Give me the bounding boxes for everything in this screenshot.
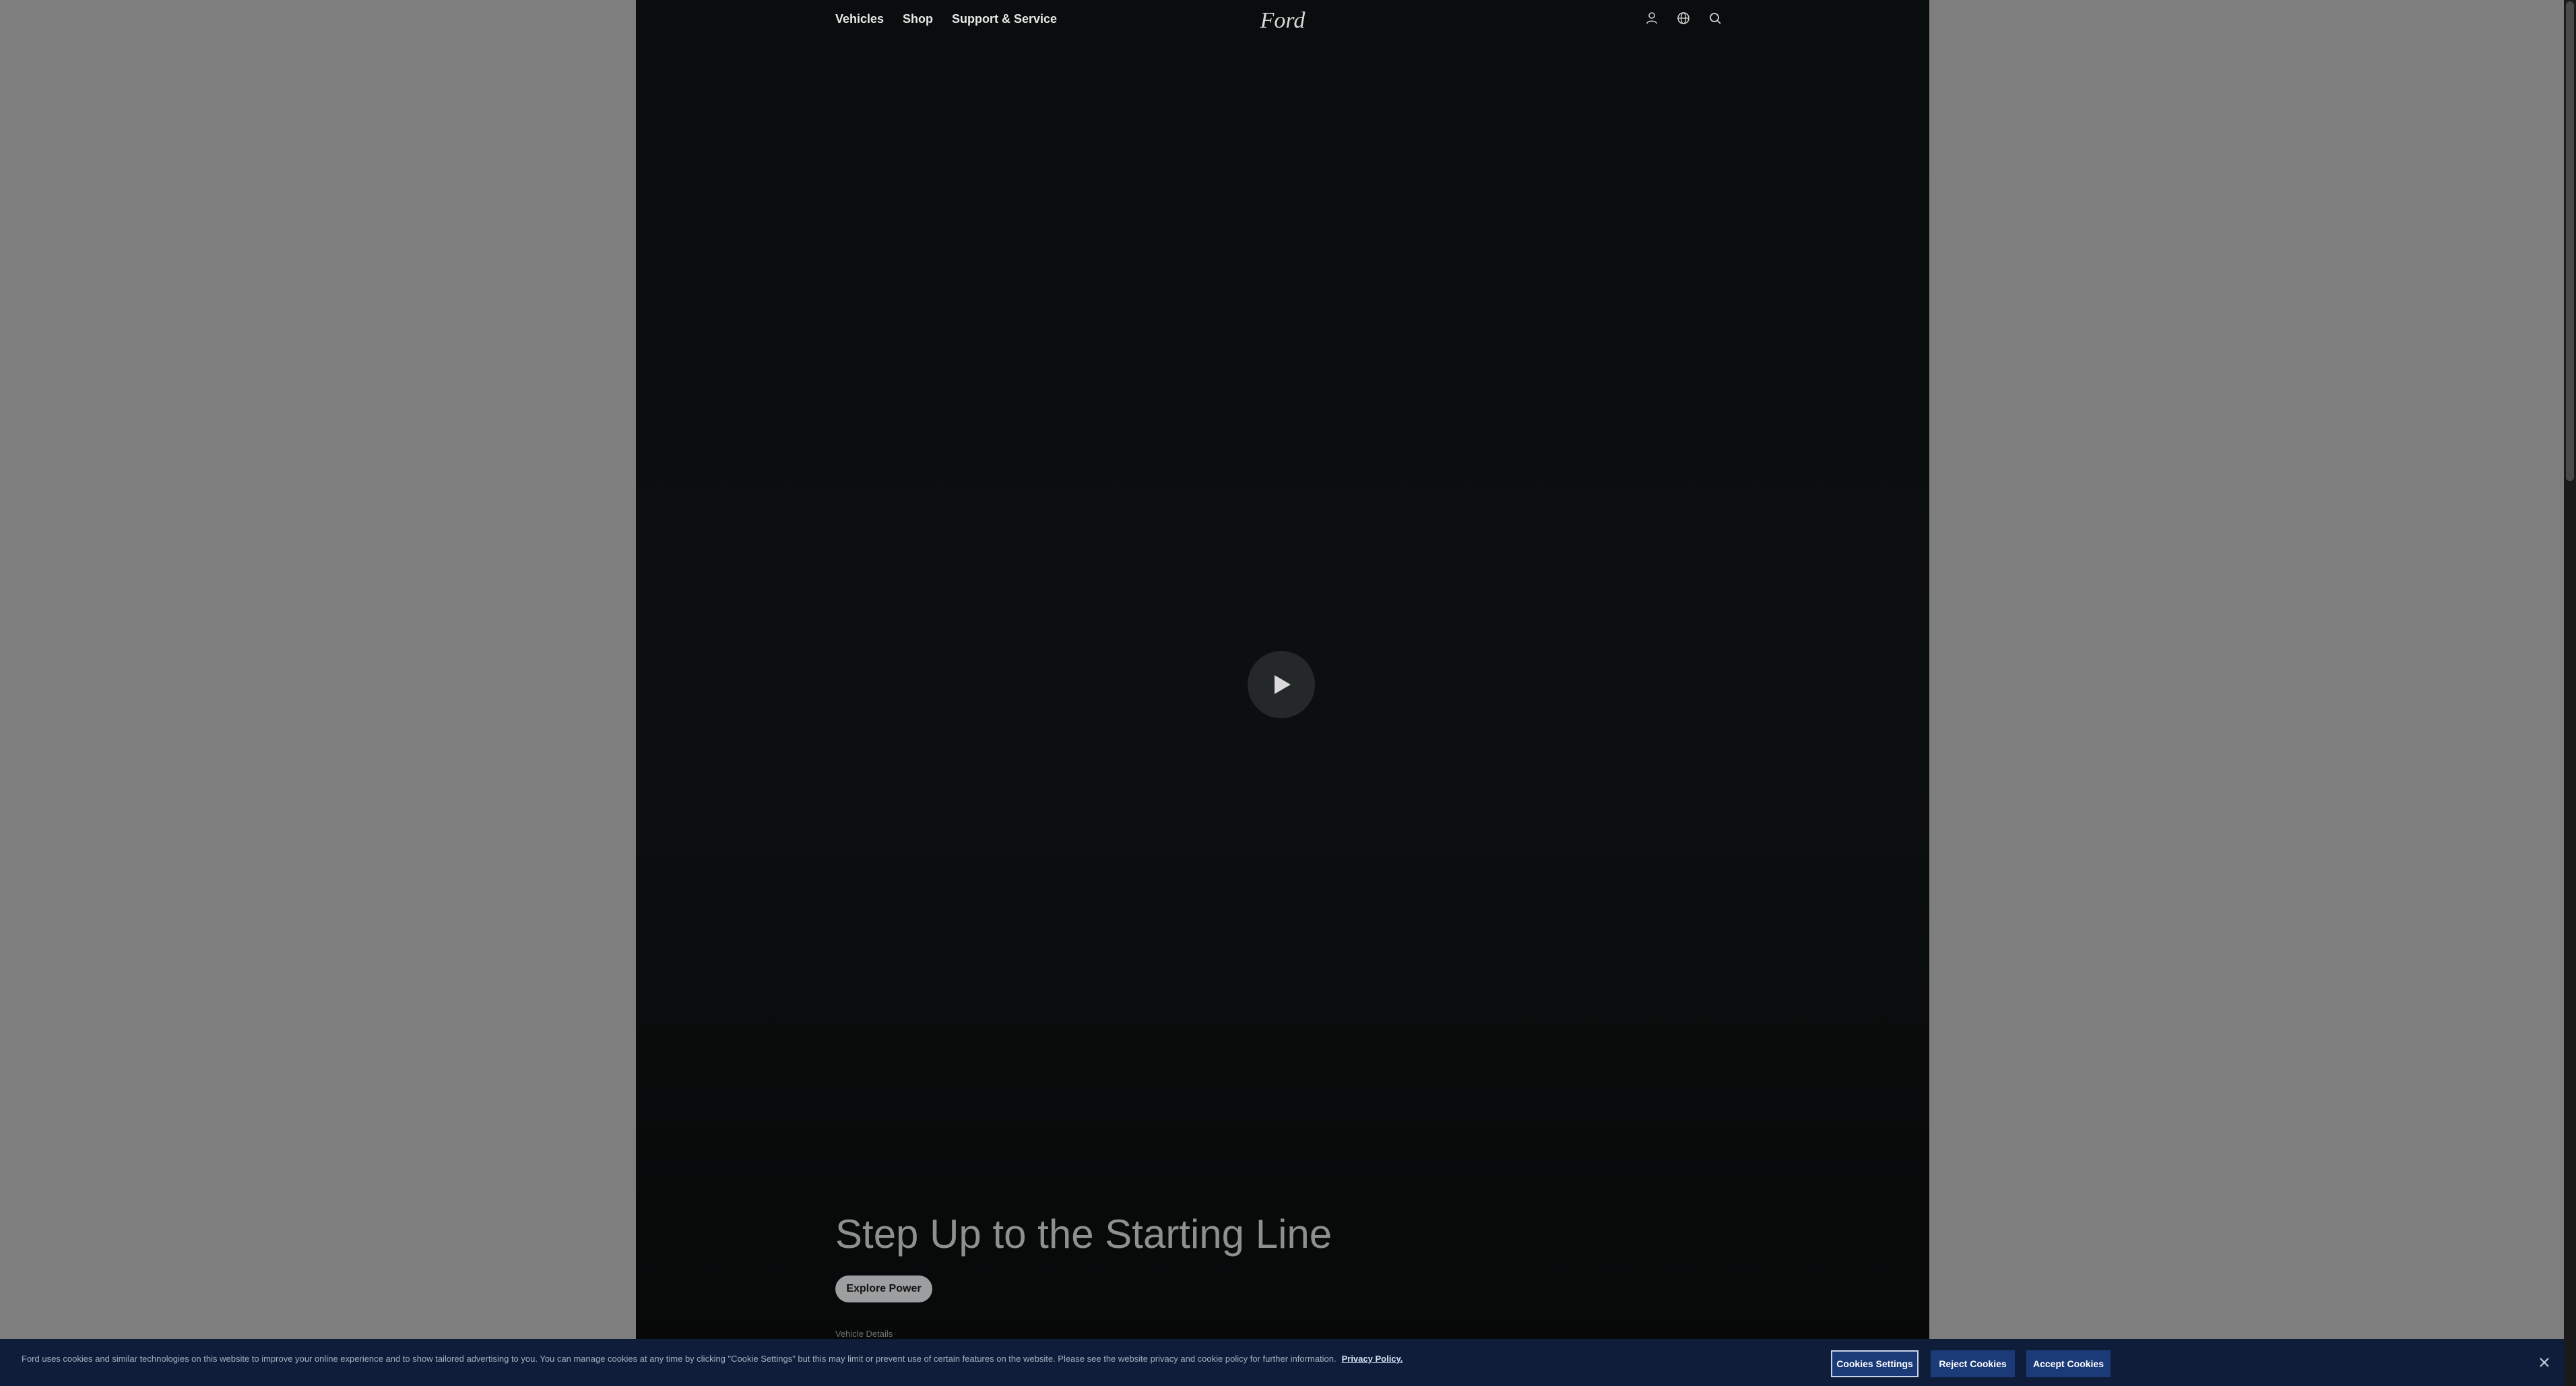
explore-power-button[interactable]: Explore Power [835,1275,932,1302]
cookie-banner: Ford uses cookies and similar technologi… [0,1339,2564,1386]
close-icon[interactable] [2537,1355,2552,1370]
svg-text:Ford: Ford [1260,8,1306,33]
browser-viewport: Vehicles Shop Support & Service Ford Ste… [0,0,2564,1386]
globe-icon[interactable] [1675,10,1692,26]
cookie-notice-text: Ford uses cookies and similar technologi… [22,1353,1409,1365]
video-play-button[interactable] [1248,651,1315,718]
vehicle-details-link[interactable]: Vehicle Details [835,1329,893,1340]
search-icon[interactable] [1707,10,1723,26]
ford-logo[interactable]: Ford [1253,5,1312,35]
privacy-policy-link[interactable]: Privacy Policy. [1342,1354,1403,1364]
top-navigation: Vehicles Shop Support & Service Ford [636,0,1929,40]
reject-cookies-button[interactable]: Reject Cookies [1931,1350,2015,1377]
account-icon[interactable] [1644,10,1660,26]
nav-vehicles-link[interactable]: Vehicles [835,11,884,26]
page-scrollbar[interactable] [2564,0,2576,1386]
cookies-settings-button[interactable]: Cookies Settings [1831,1350,1919,1377]
nav-shop-link[interactable]: Shop [903,11,933,26]
cookie-notice-body: Ford uses cookies and similar technologi… [22,1354,1337,1364]
hero-title: Step Up to the Starting Line [835,1211,1332,1257]
accept-cookies-button[interactable]: Accept Cookies [2026,1350,2111,1377]
hero-page: Vehicles Shop Support & Service Ford Ste… [636,0,1929,1386]
play-icon [1275,675,1291,694]
scrollbar-thumb[interactable] [2566,1,2574,481]
nav-support-service-link[interactable]: Support & Service [952,11,1057,26]
